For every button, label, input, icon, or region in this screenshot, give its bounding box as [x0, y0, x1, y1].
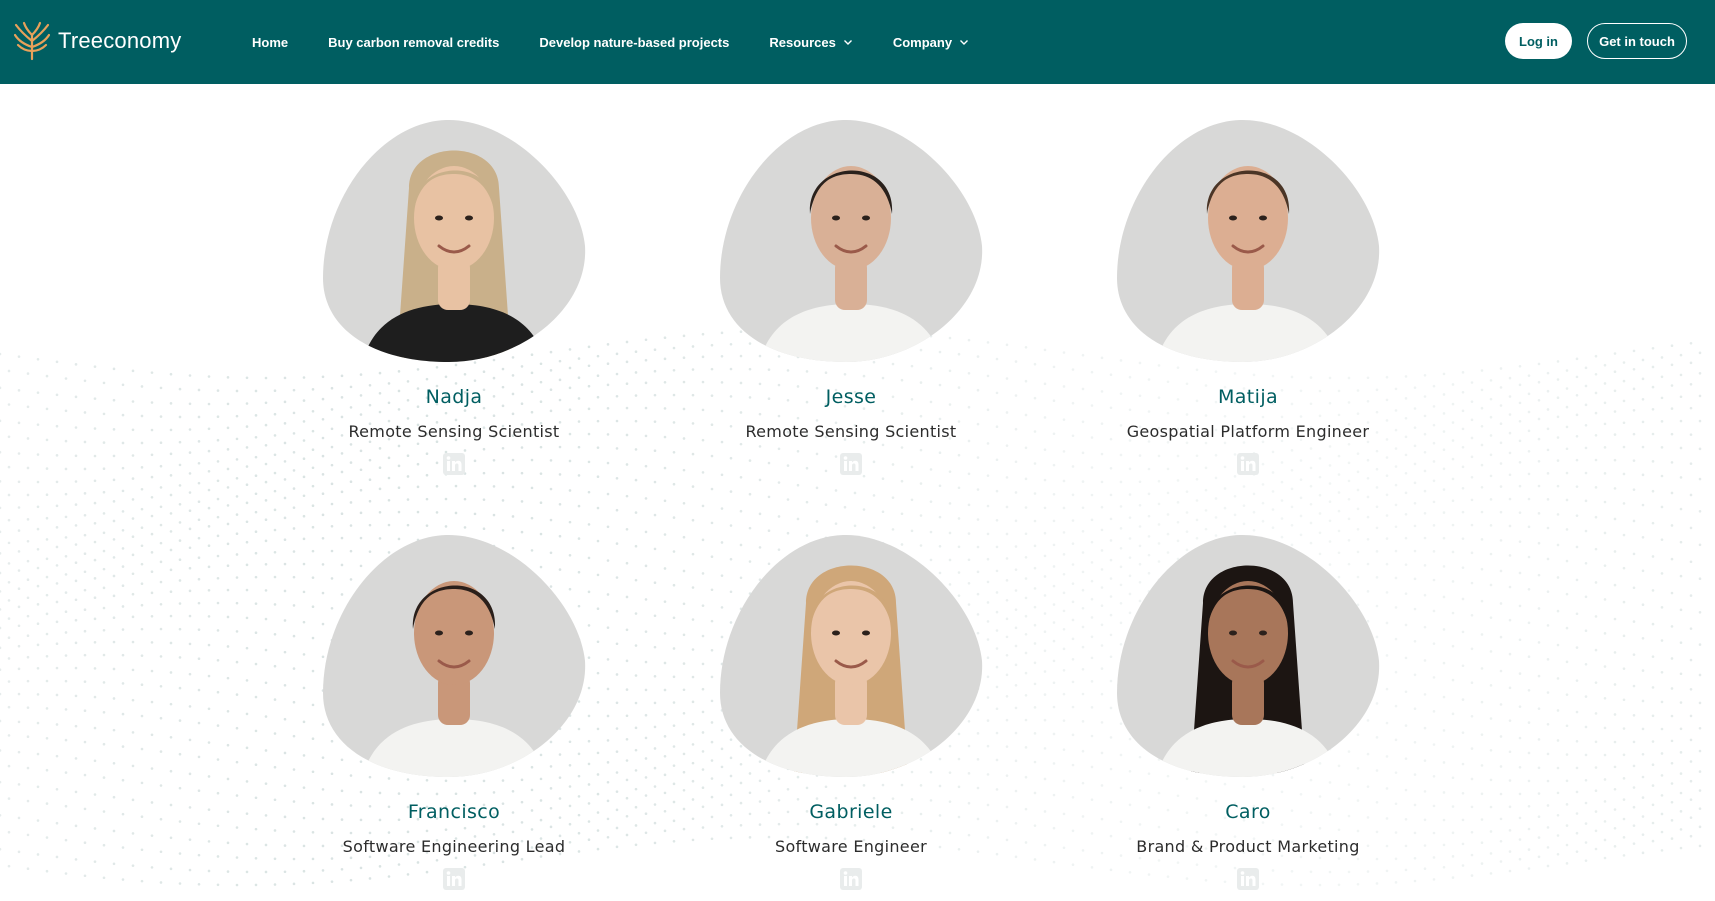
nav-home-label: Home	[252, 34, 289, 50]
team-member-card: Nadja Remote Sensing Scientist	[304, 118, 604, 475]
team-member-card: Francisco Software Engineering Lead	[304, 533, 604, 890]
member-photo	[1117, 119, 1380, 362]
linkedin-icon[interactable]	[840, 868, 862, 890]
nav-buy-credits[interactable]: Buy carbon removal credits	[328, 35, 499, 50]
member-name: Gabriele	[809, 801, 893, 823]
member-name: Francisco	[407, 801, 501, 823]
member-name: Caro	[1225, 801, 1271, 823]
chevron-down-icon	[960, 40, 969, 45]
team-member-card: Matija Geospatial Platform Engineer	[1098, 118, 1398, 475]
linkedin-icon[interactable]	[840, 453, 862, 475]
chevron-down-icon	[843, 40, 852, 45]
team-member-card: Gabriele Software Engineer	[701, 533, 1001, 890]
nav-company-label: Company	[892, 34, 953, 50]
team-member-card: Jesse Remote Sensing Scientist	[701, 118, 1001, 475]
member-role: Geospatial Platform Engineer	[1126, 422, 1370, 441]
team-member-card: Caro Brand & Product Marketing	[1098, 533, 1398, 890]
member-photo	[720, 119, 983, 362]
brand-name: Treeconomy	[58, 28, 182, 53]
top-navigation-bar: Treeconomy Home Buy carbon removal credi…	[0, 0, 1715, 84]
nav-resources-label: Resources	[769, 34, 836, 50]
linkedin-icon[interactable]	[1237, 453, 1259, 475]
tree-logo-icon	[14, 21, 50, 61]
treeconomy-logo[interactable]: Treeconomy	[14, 19, 181, 63]
member-photo	[323, 534, 586, 777]
member-photo	[1117, 534, 1380, 777]
linkedin-icon[interactable]	[1237, 868, 1259, 890]
member-photo	[323, 119, 586, 362]
nav-company[interactable]: Company	[893, 35, 969, 50]
login-button[interactable]: Log in	[1505, 23, 1572, 59]
member-role: Remote Sensing Scientist	[348, 422, 560, 441]
nav-develop-projects[interactable]: Develop nature-based projects	[539, 35, 729, 50]
member-name: Jesse	[825, 386, 877, 408]
team-grid: Nadja Remote Sensing Scientist Jesse Rem…	[0, 84, 1715, 901]
member-role: Software Engineer	[775, 837, 927, 856]
member-photo	[720, 534, 983, 777]
get-in-touch-button[interactable]: Get in touch	[1587, 23, 1687, 59]
main-nav: Home Buy carbon removal credits Develop …	[252, 0, 1009, 84]
member-role: Remote Sensing Scientist	[745, 422, 957, 441]
nav-buy-credits-label: Buy carbon removal credits	[328, 34, 500, 50]
nav-develop-projects-label: Develop nature-based projects	[539, 34, 730, 50]
member-role: Brand & Product Marketing	[1136, 837, 1360, 856]
linkedin-icon[interactable]	[443, 453, 465, 475]
nav-resources[interactable]: Resources	[769, 35, 852, 50]
member-name: Nadja	[425, 386, 483, 408]
linkedin-icon[interactable]	[443, 868, 465, 890]
nav-home[interactable]: Home	[252, 35, 288, 50]
member-role: Software Engineering Lead	[342, 837, 566, 856]
member-name: Matija	[1217, 386, 1279, 408]
